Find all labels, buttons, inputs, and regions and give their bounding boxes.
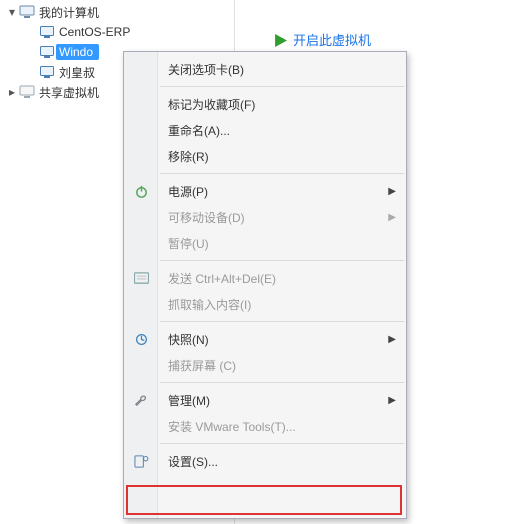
menu-label: 捕获屏幕 (C) <box>168 357 236 374</box>
menu-grab-input[interactable]: 抓取输入内容(I) <box>124 291 406 317</box>
tree-label: CentOS-ERP <box>56 24 136 40</box>
expand-icon: ▸ <box>6 85 18 99</box>
power-icon <box>131 184 151 199</box>
menu-label: 安装 VMware Tools(T)... <box>168 418 296 435</box>
shared-icon <box>18 85 36 99</box>
vm-icon <box>38 66 56 78</box>
submenu-arrow-icon: ▶ <box>388 395 396 406</box>
menu-mark-favorite[interactable]: 标记为收藏项(F) <box>124 91 406 117</box>
menu-manage[interactable]: 管理(M) ▶ <box>124 387 406 413</box>
menu-separator <box>160 260 404 261</box>
menu-label: 暂停(U) <box>168 235 209 252</box>
tree-item-centos-erp[interactable]: CentOS-ERP <box>0 22 234 42</box>
menu-pause[interactable]: 暂停(U) <box>124 230 406 256</box>
vm-summary-pane: 开启此虚拟机 <box>254 0 527 49</box>
play-icon <box>274 34 287 47</box>
collapse-icon: ▾ <box>6 5 18 19</box>
menu-separator <box>160 321 404 322</box>
snapshot-icon <box>131 332 151 347</box>
menu-separator <box>160 173 404 174</box>
wrench-icon <box>131 393 151 408</box>
menu-label: 管理(M) <box>168 392 210 409</box>
submenu-arrow-icon: ▶ <box>388 186 396 197</box>
menu-label: 快照(N) <box>168 331 209 348</box>
menu-separator <box>160 443 404 444</box>
power-on-vm-link[interactable]: 开启此虚拟机 <box>274 30 527 49</box>
vm-icon <box>38 46 56 58</box>
vm-context-menu: 关闭选项卡(B) 标记为收藏项(F) 重命名(A)... 移除(R) 电源(P)… <box>123 51 407 519</box>
menu-settings[interactable]: 设置(S)... <box>124 448 406 474</box>
menu-capture-screen[interactable]: 捕获屏幕 (C) <box>124 352 406 378</box>
tree-label: Windo <box>56 44 99 60</box>
menu-label: 可移动设备(D) <box>168 209 245 226</box>
menu-separator <box>160 86 404 87</box>
menu-label: 电源(P) <box>168 183 208 200</box>
menu-rename[interactable]: 重命名(A)... <box>124 117 406 143</box>
power-on-label: 开启此虚拟机 <box>293 30 371 49</box>
menu-remove[interactable]: 移除(R) <box>124 143 406 169</box>
menu-power[interactable]: 电源(P) ▶ <box>124 178 406 204</box>
tree-label: 刘皇叔 <box>56 63 101 82</box>
tree-root-my-computer[interactable]: ▾ 我的计算机 <box>0 2 234 22</box>
menu-label: 移除(R) <box>168 148 209 165</box>
menu-label: 抓取输入内容(I) <box>168 296 251 313</box>
menu-label: 设置(S)... <box>168 453 218 470</box>
keyboard-icon <box>131 272 151 284</box>
menu-removable-devices[interactable]: 可移动设备(D) ▶ <box>124 204 406 230</box>
menu-label: 关闭选项卡(B) <box>168 61 244 78</box>
computer-icon <box>18 5 36 19</box>
menu-send-ctrl-alt-del[interactable]: 发送 Ctrl+Alt+Del(E) <box>124 265 406 291</box>
tree-label: 共享虚拟机 <box>36 83 105 102</box>
menu-separator <box>160 382 404 383</box>
menu-label: 发送 Ctrl+Alt+Del(E) <box>168 270 276 287</box>
submenu-arrow-icon: ▶ <box>388 212 396 223</box>
menu-label: 标记为收藏项(F) <box>168 96 255 113</box>
menu-snapshot[interactable]: 快照(N) ▶ <box>124 326 406 352</box>
submenu-arrow-icon: ▶ <box>388 334 396 345</box>
tree-label: 我的计算机 <box>36 3 105 22</box>
menu-install-vmware-tools[interactable]: 安装 VMware Tools(T)... <box>124 413 406 439</box>
vm-icon <box>38 26 56 38</box>
menu-label: 重命名(A)... <box>168 122 230 139</box>
settings-icon <box>131 454 151 469</box>
menu-close-tab[interactable]: 关闭选项卡(B) <box>124 56 406 82</box>
